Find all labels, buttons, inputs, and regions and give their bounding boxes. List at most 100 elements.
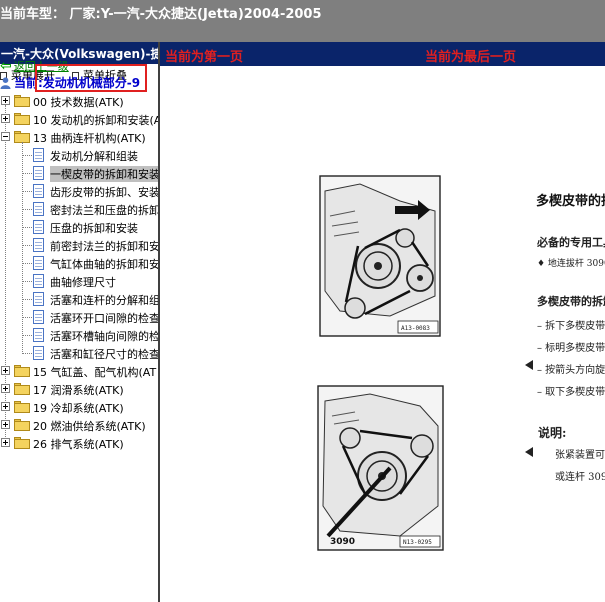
tree-connector <box>22 155 32 156</box>
document-icon <box>33 202 44 216</box>
tree-document[interactable]: 压盘的拆卸和安装 <box>0 218 158 236</box>
tree-connector <box>22 142 23 354</box>
doc-heading: 多楔皮带的拆 <box>536 194 605 209</box>
expand-toggle-icon[interactable] <box>1 420 10 429</box>
document-icon <box>33 292 44 306</box>
tree-document[interactable]: 活塞和连杆的分解和组 <box>0 290 160 308</box>
document-icon <box>33 220 44 234</box>
tree-folder-label: 00 技术数据(ATK) <box>33 96 124 109</box>
document-icon <box>33 274 44 288</box>
document-icon <box>33 184 44 198</box>
tree-connector <box>22 227 32 228</box>
expand-toggle-icon[interactable] <box>1 96 10 105</box>
tree-connector <box>22 263 32 264</box>
folder-icon <box>14 437 30 449</box>
doc-note-heading: 说明: <box>538 426 567 440</box>
doc-removal-heading: 多楔皮带的拆卸 <box>537 295 605 308</box>
tree-document-label: 前密封法兰的拆卸和安 <box>50 240 160 253</box>
figure2-code: N13-0295 <box>403 539 432 546</box>
expand-toggle-icon[interactable] <box>1 438 10 447</box>
manual-page-figures: A13-0083 3090 N13-0295 <box>160 66 605 602</box>
folder-icon <box>14 113 30 125</box>
figure2-tool-label: 3090 <box>330 537 355 547</box>
folder-icon <box>14 383 30 395</box>
doc-note-line-2: 或连杆 3090 <box>555 472 605 483</box>
document-icon <box>33 256 44 270</box>
folder-icon <box>14 365 30 377</box>
tree-document[interactable]: 活塞环开口间隙的检查 <box>0 308 160 326</box>
tree-document[interactable]: 齿形皮带的拆卸、安装 <box>0 182 160 200</box>
expand-toggle-icon[interactable] <box>1 366 10 375</box>
tree-connector <box>22 191 32 192</box>
tree-folder[interactable]: 13 曲柄连杆机构(ATK) <box>0 128 158 146</box>
expand-toggle-icon[interactable] <box>1 114 10 123</box>
tree-document-label: 发动机分解和组装 <box>50 150 138 163</box>
tree-document[interactable]: 活塞环槽轴向间隙的检 <box>0 326 160 344</box>
doc-step-1: – 拆下多楔皮带 <box>537 321 605 332</box>
tree-document-label: 活塞环开口间隙的检查 <box>50 312 160 325</box>
doc-step-2: – 标明多楔皮带 <box>537 343 605 354</box>
folder-icon <box>14 419 30 431</box>
tree-folder-label: 26 排气系统(ATK) <box>33 438 124 451</box>
document-icon <box>33 148 44 162</box>
tree-folder-label: 17 润滑系统(ATK) <box>33 384 124 397</box>
tree-document[interactable]: 发动机分解和组装 <box>0 146 158 164</box>
last-page-indicator: 当前为最后一页 <box>425 50 517 65</box>
tree-document[interactable]: 一楔皮带的拆卸和安装 <box>0 164 160 182</box>
tree-connector <box>22 299 32 300</box>
tree-document-label: 一楔皮带的拆卸和安装 <box>50 166 160 182</box>
tree-folder[interactable]: 19 冷却系统(ATK) <box>0 398 158 416</box>
window-title: 当前车型： 厂家:Y-一汽-大众捷达(Jetta)2004-2005 <box>0 7 322 22</box>
tree-folder[interactable]: 26 排气系统(ATK) <box>0 434 158 452</box>
document-icon <box>33 310 44 324</box>
doc-step-4: – 取下多楔皮带 <box>537 387 605 398</box>
document-panel: 当前为第一页 当前为最后一页 A13-0083 3090 N13-0295 多楔… <box>160 42 605 602</box>
tree-document-label: 活塞和缸径尺寸的检查 <box>50 348 160 361</box>
tree-document-label: 气缸体曲轴的拆卸和安 <box>50 258 160 271</box>
page-indicator-bar: 当前为第一页 当前为最后一页 <box>160 42 605 66</box>
tree-document[interactable]: 气缸体曲轴的拆卸和安 <box>0 254 160 272</box>
belt-figure-top: A13-0083 <box>319 175 441 337</box>
back-arrow-icon: ⇦ <box>0 58 12 74</box>
tree-folder[interactable]: 15 气缸盖、配气机构(AT <box>0 362 158 380</box>
doc-tool-item: ♦ 地连拔杆 3090 <box>537 259 605 269</box>
tree-connector <box>22 317 32 318</box>
tree-folder-label: 20 燃油供给系统(ATK) <box>33 420 146 433</box>
doc-note-line-1: 张紧装置可以 <box>555 450 605 461</box>
tree-connector <box>22 281 32 282</box>
tree-folder-label: 10 发动机的拆卸和安装(A <box>33 114 162 127</box>
tree-folder[interactable]: 00 技术数据(ATK) <box>0 92 158 110</box>
folder-icon <box>14 401 30 413</box>
expand-toggle-icon[interactable] <box>1 384 10 393</box>
tree-folder[interactable]: 10 发动机的拆卸和安装(A <box>0 110 162 128</box>
document-icon <box>33 346 44 360</box>
doc-step-3: – 按箭头方向旋 <box>537 365 605 376</box>
tree-document-label: 曲轴修理尺寸 <box>50 276 116 289</box>
user-icon <box>0 77 11 89</box>
tree-folder-label: 13 曲柄连杆机构(ATK) <box>33 132 146 145</box>
tree-connector <box>22 353 32 354</box>
tree-document-label: 压盘的拆卸和安装 <box>50 222 138 235</box>
expand-toggle-icon[interactable] <box>1 402 10 411</box>
tree-document[interactable]: 密封法兰和压盘的拆卸 <box>0 200 160 218</box>
figure1-code: A13-0083 <box>401 325 430 332</box>
tree-document-label: 密封法兰和压盘的拆卸 <box>50 204 160 217</box>
belt-figure-bottom: 3090 N13-0295 <box>317 385 444 551</box>
tree-document-label: 齿形皮带的拆卸、安装 <box>50 186 160 199</box>
collapse-toggle-icon[interactable] <box>1 132 10 141</box>
tree-connector <box>22 209 32 210</box>
highlight-box <box>35 64 147 92</box>
title-bar: 当前车型： 厂家:Y-一汽-大众捷达(Jetta)2004-2005 <box>0 0 605 42</box>
first-page-indicator: 当前为第一页 <box>165 50 244 65</box>
tree-document[interactable]: 活塞和缸径尺寸的检查 <box>0 344 160 362</box>
manual-page-image: A13-0083 3090 N13-0295 多楔皮带的 必备的专用工 ♦ 地连… <box>160 66 605 602</box>
tree-document[interactable]: 曲轴修理尺寸 <box>0 272 158 290</box>
tree-connector <box>22 173 32 174</box>
tree-document[interactable]: 前密封法兰的拆卸和安 <box>0 236 160 254</box>
tree-connector <box>22 335 32 336</box>
document-icon <box>33 238 44 252</box>
document-icon <box>33 166 44 180</box>
tree-folder[interactable]: 17 润滑系统(ATK) <box>0 380 158 398</box>
tree-folder-label: 15 气缸盖、配气机构(AT <box>33 366 157 379</box>
tree-folder[interactable]: 20 燃油供给系统(ATK) <box>0 416 158 434</box>
